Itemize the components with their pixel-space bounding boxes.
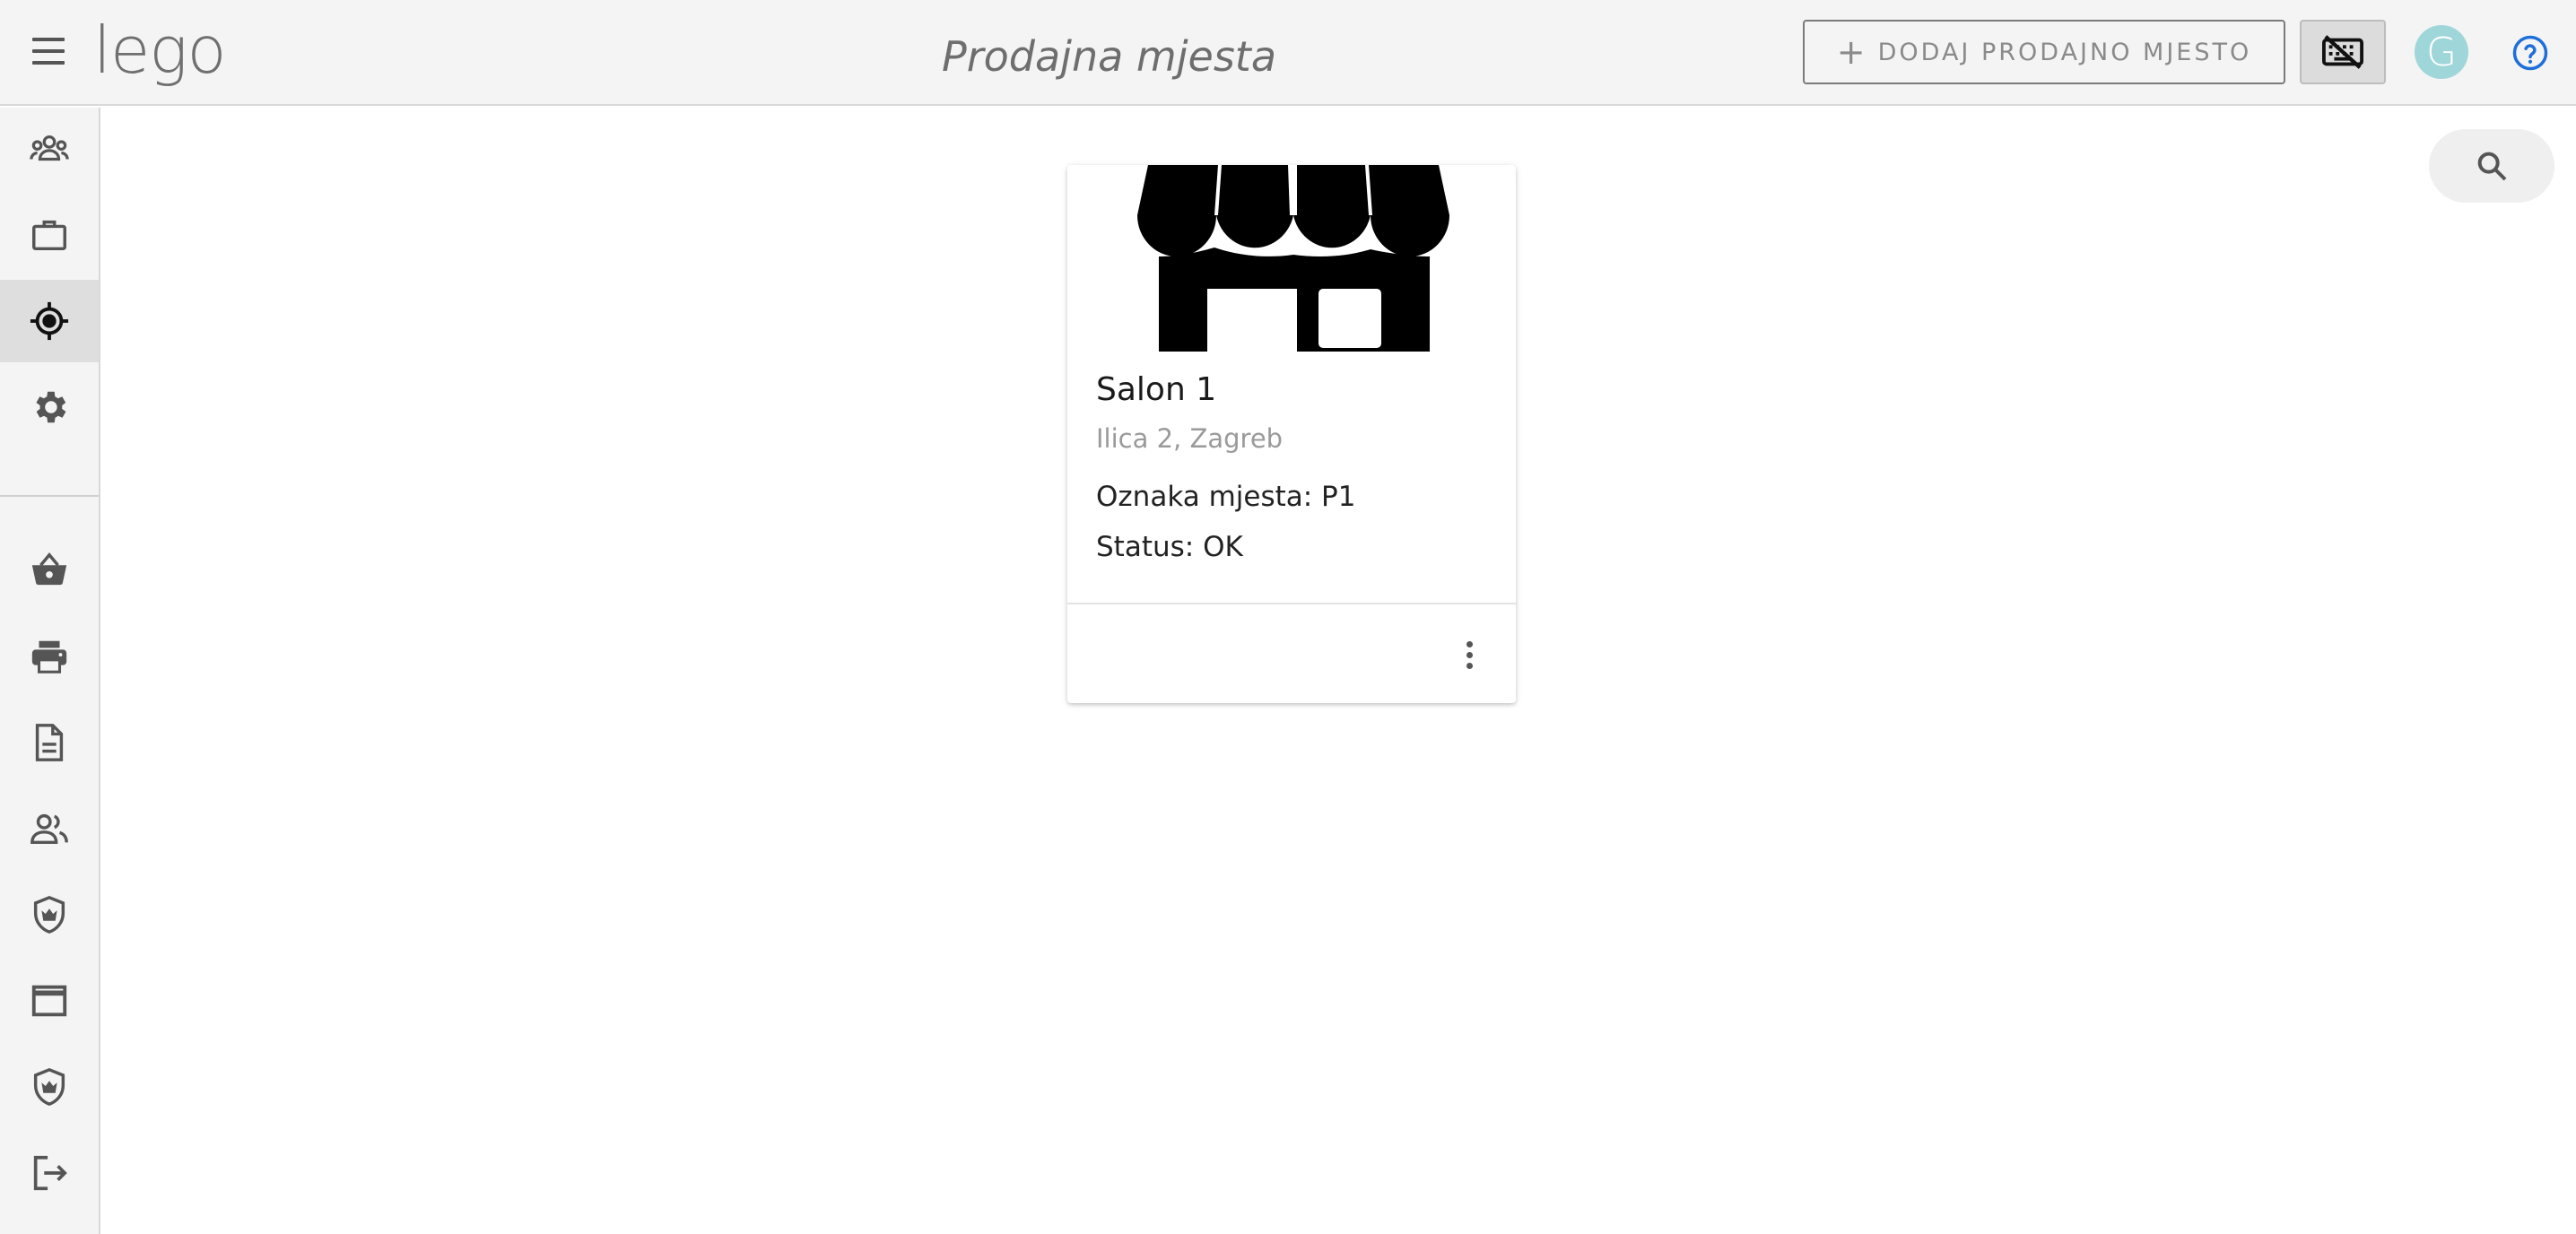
keyboard-toggle-button[interactable] xyxy=(2300,20,2386,84)
plus-icon: + xyxy=(1836,32,1866,72)
sidebar-divider xyxy=(0,495,99,497)
basket-icon xyxy=(31,552,67,586)
sidebar-item-sales-points[interactable] xyxy=(0,280,99,362)
sidebar xyxy=(0,108,100,1234)
sidebar-item-admin-2[interactable] xyxy=(0,1046,99,1128)
help-circle-icon[interactable] xyxy=(2511,34,2549,72)
page-title: Prodajna mjesta xyxy=(942,32,1277,81)
people-icon xyxy=(30,813,68,845)
storefront-icon xyxy=(1137,165,1449,352)
sidebar-item-briefcase[interactable] xyxy=(0,194,99,276)
add-sales-point-label: DODAJ PRODAJNO MJESTO xyxy=(1877,38,2252,66)
card-status: Status: OK xyxy=(1096,531,1243,563)
sidebar-item-documents[interactable] xyxy=(0,701,99,784)
sidebar-item-admin-1[interactable] xyxy=(0,873,99,956)
logout-icon xyxy=(33,1155,67,1191)
sidebar-item-basket[interactable] xyxy=(0,529,99,612)
keyboard-off-icon xyxy=(2322,35,2363,69)
app-logo[interactable]: lego xyxy=(93,13,227,88)
sidebar-item-users-group[interactable] xyxy=(0,108,99,190)
card-address: Ilica 2, Zagreb xyxy=(1096,423,1284,454)
sidebar-item-window[interactable] xyxy=(0,960,99,1042)
top-bar: lego Prodajna mjesta + DODAJ PRODAJNO MJ… xyxy=(0,0,2576,106)
add-sales-point-button[interactable]: + DODAJ PRODAJNO MJESTO xyxy=(1803,20,2285,84)
sidebar-item-settings[interactable] xyxy=(0,366,99,448)
window-icon xyxy=(31,985,67,1017)
user-avatar[interactable]: G xyxy=(2415,25,2468,79)
shield-crown-icon xyxy=(33,1067,65,1106)
sidebar-item-printer[interactable] xyxy=(0,615,99,698)
sidebar-item-people[interactable] xyxy=(0,787,99,870)
location-target-icon xyxy=(30,301,69,341)
sales-point-card[interactable]: Salon 1 Ilica 2, Zagreb Oznaka mjesta: P… xyxy=(1067,165,1516,703)
more-vertical-icon[interactable] xyxy=(1448,626,1491,683)
card-divider xyxy=(1067,603,1516,604)
search-icon xyxy=(2477,152,2507,181)
shield-crown-icon xyxy=(33,895,65,934)
document-icon xyxy=(35,724,64,761)
sidebar-item-logout[interactable] xyxy=(0,1132,99,1214)
briefcase-icon xyxy=(32,220,66,251)
users-group-icon xyxy=(30,135,69,161)
printer-icon xyxy=(31,640,67,673)
gear-icon xyxy=(36,391,66,423)
card-location-code: Oznaka mjesta: P1 xyxy=(1096,481,1356,513)
card-title: Salon 1 xyxy=(1096,371,1217,408)
search-button[interactable] xyxy=(2429,129,2554,203)
menu-icon[interactable] xyxy=(27,30,72,75)
